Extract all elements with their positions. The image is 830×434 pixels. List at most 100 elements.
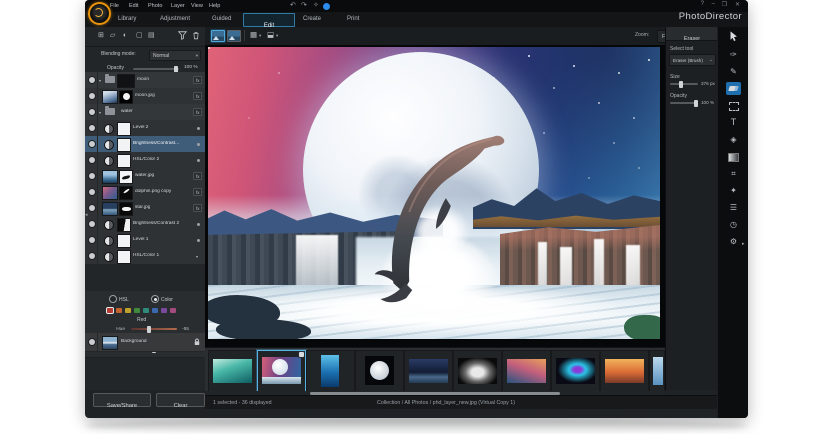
swatch-green[interactable]	[134, 308, 140, 313]
layer-row-level2[interactable]: Level 2	[85, 120, 205, 137]
settings-star-icon[interactable]: ✧	[313, 1, 319, 9]
tab-guided[interactable]: Guided	[212, 16, 231, 22]
visibility-eye-icon[interactable]	[89, 93, 95, 99]
swatch-red[interactable]	[107, 308, 113, 313]
adjustment-marker-icon[interactable]	[197, 223, 200, 226]
visibility-eye-icon[interactable]	[89, 189, 95, 195]
filmstrip-thumb-neon-swirl[interactable]	[551, 350, 600, 392]
filmstrip-thumb-moon[interactable]	[355, 350, 404, 392]
view-single-icon[interactable]	[211, 30, 225, 42]
filmstrip-thumb-night-mountains[interactable]	[404, 350, 453, 392]
filmstrip-thumb-waterfall-teal[interactable]	[208, 350, 257, 392]
grid-view-icon[interactable]: ▦	[250, 31, 257, 39]
fx-badge[interactable]: fx	[193, 172, 202, 180]
size-slider[interactable]	[670, 83, 698, 85]
crop-tool-icon[interactable]: ⌗	[726, 167, 741, 180]
import-layer-icon[interactable]: ▱	[110, 32, 115, 39]
filmstrip-thumb-dolphin-vertical[interactable]	[306, 350, 355, 392]
swatch-aqua[interactable]	[143, 308, 149, 313]
magic-wand-tool-icon[interactable]: ✦	[726, 184, 741, 197]
adjustment-tool-icon[interactable]: ☰	[726, 201, 741, 214]
hsl-radio-label[interactable]: HSL	[119, 297, 129, 303]
fx-badge[interactable]: fx	[193, 92, 202, 100]
menu-help[interactable]: Help	[209, 3, 220, 9]
layer-row-water-jpg[interactable]: water.jpg fx	[85, 168, 205, 185]
menu-view[interactable]: View	[191, 3, 203, 9]
close-button[interactable]: ✕	[735, 1, 740, 8]
marquee-select-tool-icon[interactable]	[726, 99, 741, 112]
help-window-button[interactable]: ?	[701, 1, 704, 7]
hue-slider[interactable]	[131, 328, 177, 330]
fx-badge[interactable]: fx	[193, 76, 202, 84]
layer-row-brightness-contrast2[interactable]: Brightness/Contrast 2	[85, 216, 205, 233]
visibility-eye-icon[interactable]	[89, 141, 95, 147]
visibility-eye-icon[interactable]	[89, 221, 95, 227]
adjustment-layer-icon[interactable]: ◐	[123, 32, 127, 39]
adjustment-marker-icon[interactable]	[197, 143, 200, 146]
layer-row-water-group[interactable]: ▾ water fx	[85, 104, 205, 121]
undo-icon[interactable]: ↶	[290, 1, 296, 9]
adjustment-marker-icon[interactable]	[197, 127, 200, 130]
filmstrip-thumb-sunset-coast[interactable]	[502, 350, 551, 392]
filmstrip-thumb-dolphin-composite-selected[interactable]	[257, 350, 306, 392]
notification-badge[interactable]	[323, 3, 330, 10]
minimize-button[interactable]: –	[712, 1, 715, 7]
expand-panel-arrow-icon[interactable]: ▸	[742, 241, 745, 247]
adjustment-marker-icon[interactable]	[197, 239, 200, 242]
tab-create[interactable]: Create	[303, 16, 321, 22]
fx-badge[interactable]: fx	[193, 108, 202, 116]
tab-library[interactable]: Library	[118, 16, 136, 22]
menu-edit[interactable]: Edit	[129, 3, 138, 9]
visibility-eye-icon[interactable]	[89, 237, 95, 243]
collapse-arrow-icon[interactable]: ▾	[196, 254, 198, 259]
layer-row-level1[interactable]: Level 1	[85, 232, 205, 249]
expand-arrow-icon[interactable]: ▾	[99, 110, 101, 115]
fx-badge[interactable]: fx	[193, 204, 202, 212]
blending-mode-dropdown[interactable]: Normal▾	[149, 50, 201, 61]
expand-arrow-icon[interactable]: ▾	[99, 78, 101, 83]
menu-file[interactable]: File	[110, 3, 119, 9]
menu-photo[interactable]: Photo	[148, 3, 162, 9]
visibility-eye-icon[interactable]	[89, 173, 95, 179]
save-share-button[interactable]: Save/Share	[93, 393, 151, 407]
brush-tool-icon[interactable]: ✎	[726, 65, 741, 78]
filmstrip-thumb-splash-bw[interactable]	[453, 350, 502, 392]
tab-print[interactable]: Print	[347, 16, 359, 22]
layer-row-hsl-color1[interactable]: HSL/Color 1 ▾	[85, 248, 205, 265]
visibility-eye-icon[interactable]	[89, 157, 95, 163]
visibility-eye-icon[interactable]	[89, 205, 95, 211]
layer-row-moon-jpg[interactable]: moon.jpg fx	[85, 88, 205, 105]
visibility-eye-icon[interactable]	[89, 77, 95, 83]
tab-edit[interactable]: Edit	[243, 13, 295, 27]
layer-row-hsl-color2[interactable]: HSL/Color 2	[85, 152, 205, 169]
panel-collapse-arrow-icon[interactable]: ◂	[85, 212, 88, 218]
delete-layer-icon[interactable]	[192, 31, 200, 40]
layer-mask-icon[interactable]: ▢	[136, 32, 143, 39]
adjustment-marker-icon[interactable]	[197, 159, 200, 162]
swatch-purple[interactable]	[161, 308, 167, 313]
layer-row-background[interactable]: Background	[85, 333, 205, 352]
new-layer-icon[interactable]: ⊞	[98, 32, 104, 39]
redo-icon[interactable]: ↷	[301, 1, 307, 9]
visibility-eye-icon[interactable]	[89, 109, 95, 115]
view-compare-icon[interactable]	[227, 30, 241, 42]
smudge-tool-icon[interactable]: ✑	[726, 48, 741, 61]
swatch-orange[interactable]	[116, 308, 122, 313]
menu-layer[interactable]: Layer	[171, 3, 185, 9]
filter-layers-icon[interactable]	[178, 31, 187, 40]
display-mode-icon[interactable]: ⬓	[267, 31, 274, 39]
layer-row-star-jpg[interactable]: star.jpg fx	[85, 200, 205, 217]
filmstrip-thumb-partial[interactable]	[649, 350, 665, 392]
canvas-area[interactable]	[205, 45, 665, 347]
opacity-slider[interactable]	[133, 68, 179, 70]
maximize-button[interactable]: ❐	[722, 1, 727, 8]
filmstrip-thumb-orange-sunset[interactable]	[600, 350, 649, 392]
swatch-blue[interactable]	[152, 308, 158, 313]
tab-adjustment[interactable]: Adjustment	[160, 16, 190, 22]
swatch-magenta[interactable]	[170, 308, 176, 313]
visibility-eye-icon[interactable]	[89, 253, 95, 259]
visibility-eye-icon[interactable]	[89, 125, 95, 131]
pointer-tool-icon[interactable]	[726, 31, 741, 44]
eraser-tool-dropdown[interactable]: Eraser (Brush)⌄	[669, 54, 716, 66]
hsl-radio[interactable]	[109, 295, 117, 303]
